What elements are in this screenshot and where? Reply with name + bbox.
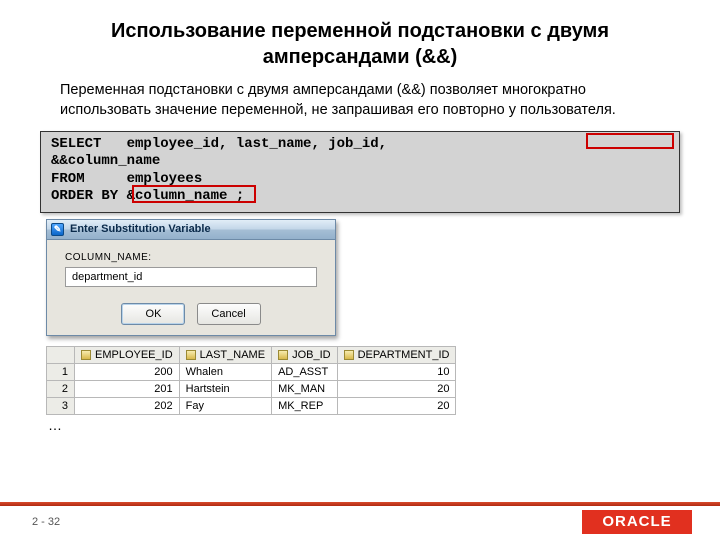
cell: 20: [337, 397, 456, 414]
oracle-logo: ORACLE: [582, 510, 692, 534]
col-label: EMPLOYEE_ID: [95, 349, 173, 361]
col-department-id[interactable]: DEPARTMENT_ID: [337, 346, 456, 363]
col-label: DEPARTMENT_ID: [358, 349, 450, 361]
grid-header-row: EMPLOYEE_ID LAST_NAME JOB_ID DEPARTMENT_…: [47, 346, 456, 363]
cell: Fay: [179, 397, 271, 414]
cancel-button[interactable]: Cancel: [197, 303, 261, 325]
ok-button[interactable]: OK: [121, 303, 185, 325]
ellipsis: …: [48, 417, 680, 433]
col-last-name[interactable]: LAST_NAME: [179, 346, 271, 363]
slide-title: Использование переменной подстановки с д…: [40, 18, 680, 70]
column-name-input[interactable]: [65, 267, 317, 287]
grid-corner: [47, 346, 75, 363]
page-number: 2 - 32: [32, 516, 60, 528]
substitution-dialog: ✎ Enter Substitution Variable COLUMN_NAM…: [46, 219, 336, 336]
code-example: SELECT employee_id, last_name, job_id, &…: [40, 131, 680, 213]
cell: 10: [337, 363, 456, 380]
dialog-field-label: COLUMN_NAME:: [65, 252, 317, 263]
dialog-title: Enter Substitution Variable: [70, 223, 211, 235]
cell: 201: [75, 380, 180, 397]
col-job-id[interactable]: JOB_ID: [272, 346, 338, 363]
column-icon: [186, 350, 196, 360]
cell: Whalen: [179, 363, 271, 380]
cell: Hartstein: [179, 380, 271, 397]
highlight-box-right: [586, 133, 674, 149]
column-icon: [278, 350, 288, 360]
cell: 200: [75, 363, 180, 380]
cell: MK_MAN: [272, 380, 338, 397]
col-employee-id[interactable]: EMPLOYEE_ID: [75, 346, 180, 363]
footer-divider: [0, 502, 720, 506]
row-number: 1: [47, 363, 75, 380]
cell: 202: [75, 397, 180, 414]
column-icon: [81, 350, 91, 360]
row-number: 2: [47, 380, 75, 397]
result-grid: EMPLOYEE_ID LAST_NAME JOB_ID DEPARTMENT_…: [46, 346, 456, 415]
col-label: JOB_ID: [292, 349, 331, 361]
column-icon: [344, 350, 354, 360]
dialog-titlebar: ✎ Enter Substitution Variable: [47, 220, 335, 240]
cell: MK_REP: [272, 397, 338, 414]
cell: 20: [337, 380, 456, 397]
table-row: 2 201 Hartstein MK_MAN 20: [47, 380, 456, 397]
row-number: 3: [47, 397, 75, 414]
table-row: 3 202 Fay MK_REP 20: [47, 397, 456, 414]
slide-body-text: Переменная подстановки с двумя амперсанд…: [60, 80, 680, 121]
cell: AD_ASST: [272, 363, 338, 380]
dialog-icon: ✎: [51, 223, 64, 236]
highlight-box-bottom: [132, 185, 256, 203]
col-label: LAST_NAME: [200, 349, 265, 361]
table-row: 1 200 Whalen AD_ASST 10: [47, 363, 456, 380]
